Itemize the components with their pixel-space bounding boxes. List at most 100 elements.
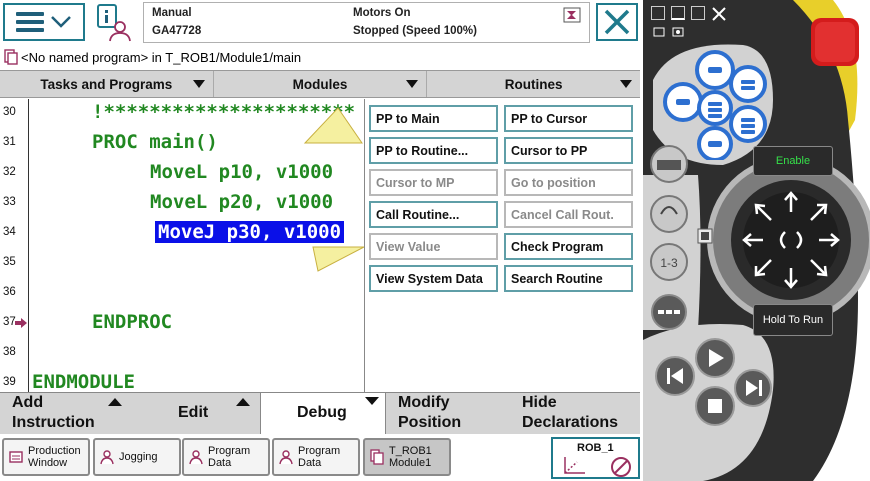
quickset-icon[interactable] bbox=[563, 7, 581, 23]
view-value-button[interactable]: View Value bbox=[369, 233, 498, 260]
cursor-to-pp-button[interactable]: Cursor to PP bbox=[504, 137, 633, 164]
command-label: Debug bbox=[297, 404, 347, 421]
cancel-call-routine-button[interactable]: Cancel Call Rout. bbox=[504, 201, 633, 228]
hold-to-run-button[interactable]: Hold To Run bbox=[753, 304, 833, 336]
program-editor-icon bbox=[4, 49, 18, 65]
program-execution-keys bbox=[655, 338, 772, 426]
status-bar: Manual GA47728 Motors On Stopped (Speed … bbox=[0, 0, 643, 46]
line-number: 38 bbox=[3, 346, 16, 358]
operator-info-icon[interactable] bbox=[93, 3, 135, 43]
window-close-icon[interactable] bbox=[711, 6, 727, 22]
command-bar: Add Instruction Edit Debug Modify Positi… bbox=[0, 392, 640, 435]
chevron-down-icon bbox=[51, 16, 71, 28]
mechanical-unit-status[interactable]: ROB_1 bbox=[551, 437, 640, 479]
menu-down-arrow-icon bbox=[365, 397, 379, 405]
screenshot-camera-icon[interactable] bbox=[653, 26, 685, 38]
flexpendant-panel: 1-3 Enable Hold To Run bbox=[643, 0, 870, 481]
increment-off-icon bbox=[611, 457, 631, 477]
command-label: Modify bbox=[398, 394, 450, 411]
gutter-divider bbox=[28, 99, 29, 392]
line-number: 39 bbox=[3, 376, 16, 388]
editor-tabs: Tasks and Programs Modules Routines bbox=[0, 70, 640, 98]
program-data-icon bbox=[279, 450, 293, 465]
command-label: Position bbox=[398, 414, 462, 431]
window-restore-icon[interactable] bbox=[651, 6, 665, 20]
hide-declarations-button[interactable]: Hide Declarations bbox=[510, 393, 640, 435]
program-pointer-arrow-icon bbox=[15, 318, 27, 328]
edit-button[interactable]: Edit bbox=[130, 393, 260, 435]
task-label: Program bbox=[298, 445, 341, 457]
task-label: Data bbox=[298, 457, 322, 469]
tab-routines[interactable]: Routines bbox=[427, 71, 640, 97]
line-number: 36 bbox=[3, 286, 16, 298]
task-label: Data bbox=[208, 457, 232, 469]
code-line[interactable]: MoveL p10, v1000 bbox=[150, 161, 333, 183]
toggle-motion-mode-key[interactable] bbox=[650, 195, 688, 233]
close-button[interactable] bbox=[596, 3, 638, 41]
motion-pointer-up-icon bbox=[303, 107, 363, 144]
line-number: 35 bbox=[3, 256, 16, 268]
debug-button[interactable]: Debug bbox=[260, 393, 386, 435]
hamburger-icon bbox=[16, 12, 44, 32]
program-path: <No named program> in T_ROB1/Module1/mai… bbox=[21, 49, 302, 65]
production-window-icon bbox=[9, 451, 23, 463]
enable-button[interactable]: Enable bbox=[753, 146, 833, 176]
usb-port-icon bbox=[697, 228, 713, 244]
code-line[interactable]: PROC main() bbox=[92, 131, 218, 153]
tab-tasks-and-programs[interactable]: Tasks and Programs bbox=[0, 71, 214, 97]
task-program-editor[interactable]: T_ROB1 Module1 bbox=[363, 438, 451, 476]
task-program-data-2[interactable]: Program Data bbox=[272, 438, 360, 476]
window-maximize-icon[interactable] bbox=[691, 6, 705, 20]
dropdown-arrow-icon bbox=[192, 80, 205, 88]
cursor-to-mp-button[interactable]: Cursor to MP bbox=[369, 169, 498, 196]
line-number: 30 bbox=[3, 106, 16, 118]
task-label: Module1 bbox=[389, 457, 432, 469]
jogging-icon bbox=[100, 450, 114, 465]
view-system-data-button[interactable]: View System Data bbox=[369, 265, 498, 292]
search-routine-button[interactable]: Search Routine bbox=[504, 265, 633, 292]
tab-label: Routines bbox=[504, 76, 563, 92]
pp-to-main-button[interactable]: PP to Main bbox=[369, 105, 498, 132]
code-line[interactable]: ENDMODULE bbox=[32, 371, 135, 392]
code-line[interactable]: MoveL p20, v1000 bbox=[150, 191, 333, 213]
call-routine-button[interactable]: Call Routine... bbox=[369, 201, 498, 228]
go-to-position-button[interactable]: Go to position bbox=[504, 169, 633, 196]
motors-state: Motors On bbox=[353, 7, 411, 19]
operating-mode: Manual bbox=[152, 7, 192, 19]
command-label: Hide bbox=[522, 394, 557, 411]
check-program-button[interactable]: Check Program bbox=[504, 233, 633, 260]
code-line[interactable]: ENDPROC bbox=[92, 311, 172, 333]
task-label: Window bbox=[28, 457, 68, 469]
task-label: T_ROB1 bbox=[389, 445, 432, 457]
task-jogging[interactable]: Jogging bbox=[93, 438, 181, 476]
tab-label: Tasks and Programs bbox=[40, 76, 173, 92]
program-path-bar: <No named program> in T_ROB1/Module1/mai… bbox=[0, 46, 643, 68]
command-label: Add bbox=[12, 394, 44, 411]
command-label: Edit bbox=[178, 404, 209, 421]
pp-to-cursor-button[interactable]: PP to Cursor bbox=[504, 105, 633, 132]
program-data-icon bbox=[189, 450, 203, 465]
window-minimize-icon[interactable] bbox=[671, 6, 685, 20]
mode-key-column: 1-3 bbox=[650, 145, 688, 330]
task-label: Program bbox=[208, 445, 251, 457]
coordinate-system-icon bbox=[564, 457, 585, 474]
close-icon bbox=[604, 9, 630, 35]
debug-menu: PP to Main PP to Cursor PP to Routine...… bbox=[364, 99, 640, 392]
task-production-window[interactable]: Production Window bbox=[2, 438, 90, 476]
task-label: Jogging bbox=[119, 451, 158, 463]
task-label: Production bbox=[28, 445, 81, 457]
program-editor-icon bbox=[370, 449, 384, 465]
controller-name: GA47728 bbox=[152, 25, 202, 37]
task-program-data-1[interactable]: Program Data bbox=[182, 438, 270, 476]
execution-state: Stopped (Speed 100%) bbox=[353, 25, 477, 37]
command-label: Instruction bbox=[12, 414, 95, 431]
modify-position-button[interactable]: Modify Position bbox=[386, 393, 510, 435]
line-number: 34 bbox=[3, 226, 16, 238]
main-menu-button[interactable] bbox=[3, 3, 85, 41]
selected-code-line[interactable]: MoveJ p30, v1000 bbox=[155, 221, 345, 243]
tab-modules[interactable]: Modules bbox=[214, 71, 428, 97]
line-number: 33 bbox=[3, 196, 16, 208]
add-instruction-button[interactable]: Add Instruction bbox=[0, 393, 130, 435]
pp-to-routine-button[interactable]: PP to Routine... bbox=[369, 137, 498, 164]
joystick[interactable] bbox=[733, 182, 849, 298]
